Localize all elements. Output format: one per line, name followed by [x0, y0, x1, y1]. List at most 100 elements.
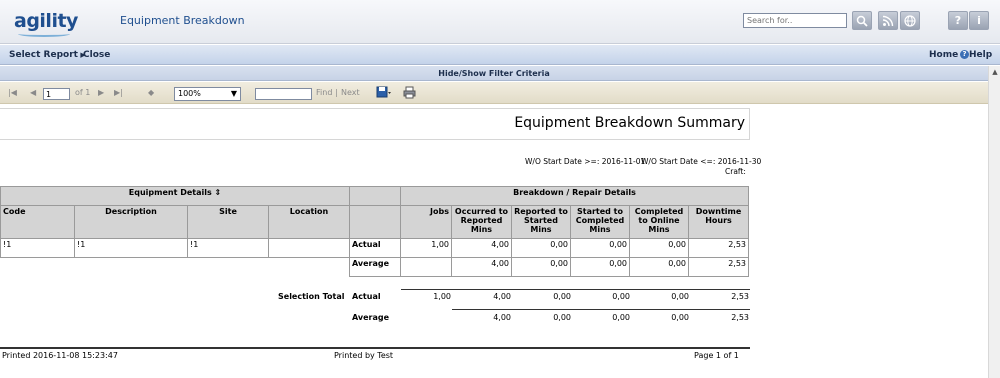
- select-report-label: Select Report: [9, 50, 78, 60]
- find-input[interactable]: [255, 88, 312, 100]
- avg-occurred: 4,00: [493, 313, 511, 322]
- select-report-menu[interactable]: Select Report ▶: [9, 50, 86, 60]
- cell-reported: 0,00: [511, 238, 571, 258]
- prev-page-icon[interactable]: ◀: [30, 88, 36, 97]
- craft-label: Craft:: [725, 167, 746, 176]
- start-date-from: W/O Start Date >=: 2016-11-01: [525, 157, 646, 166]
- toolbar-separator: |: [335, 88, 338, 97]
- total-reported: 0,00: [553, 292, 571, 301]
- close-link[interactable]: Close: [83, 50, 110, 60]
- page-count: of 1: [75, 88, 91, 97]
- blank-header: [349, 186, 401, 206]
- footer-rule: [0, 347, 750, 349]
- help-link[interactable]: ? Help: [960, 50, 992, 60]
- rss-button[interactable]: [878, 11, 898, 30]
- cell-jobs: 1,00: [400, 238, 452, 258]
- avg-started: 0,00: [612, 313, 630, 322]
- col-site: Site: [187, 205, 269, 239]
- col-completed: Completed to Online Mins: [629, 205, 689, 239]
- help-label: Help: [969, 50, 993, 60]
- app-title: Equipment Breakdown: [120, 14, 245, 27]
- search-button[interactable]: [852, 11, 872, 30]
- start-date-to: W/O Start Date <=: 2016-11-30: [641, 157, 762, 166]
- chevron-down-icon: ▼: [230, 89, 237, 98]
- menu-bar: Select Report ▶ Close Home ? Help: [0, 45, 1000, 65]
- globe-icon: [904, 15, 916, 27]
- info-button[interactable]: i: [969, 11, 989, 30]
- equipment-details-header[interactable]: Equipment Details ⇕: [0, 186, 350, 206]
- cell-reported-avg: 0,00: [511, 257, 571, 277]
- cell-location: [268, 238, 350, 258]
- page-indicator: Page 1 of 1: [694, 351, 739, 360]
- search-icon: [856, 15, 868, 27]
- total-downtime: 2,53: [731, 292, 749, 301]
- breakdown-details-header: Breakdown / Repair Details: [400, 186, 749, 206]
- info-icon: i: [977, 14, 981, 27]
- app-header: agility Equipment Breakdown ? i: [0, 0, 1000, 44]
- cell-jobs-avg: [400, 257, 452, 277]
- search-input[interactable]: [743, 13, 847, 28]
- last-page-icon[interactable]: ▶|: [114, 88, 123, 97]
- total-rule-avg: [452, 309, 750, 310]
- sort-icon: ⇕: [214, 188, 222, 197]
- logo-swoosh: [18, 31, 70, 37]
- table-row: Average 4,00 0,00 0,00 0,00 2,53: [1, 257, 749, 277]
- col-downtime: Downtime Hours: [688, 205, 749, 239]
- total-occurred: 4,00: [493, 292, 511, 301]
- globe-button[interactable]: [900, 11, 920, 30]
- cell-completed-avg: 0,00: [629, 257, 689, 277]
- page-number-input[interactable]: [43, 88, 70, 100]
- export-button[interactable]: [376, 86, 392, 102]
- logo-text: agility: [14, 10, 78, 32]
- next-page-icon[interactable]: ▶: [98, 88, 104, 97]
- scroll-up-icon[interactable]: ▲: [989, 66, 1000, 78]
- cell-average-label: Average: [349, 257, 401, 277]
- avg-completed: 0,00: [671, 313, 689, 322]
- help-circle-icon: ?: [960, 50, 969, 59]
- zoom-select[interactable]: 100% ▼: [174, 87, 241, 101]
- filter-toggle-bar[interactable]: Hide/Show Filter Criteria: [0, 66, 988, 81]
- report-toolbar: |◀ ◀ of 1 ▶ ▶| ◆ 100% ▼ Find | Next: [0, 82, 988, 104]
- cell-empty: [1, 258, 350, 277]
- total-jobs: 1,00: [433, 292, 451, 301]
- cell-started: 0,00: [570, 238, 630, 258]
- cell-site: !1: [187, 238, 269, 258]
- total-completed: 0,00: [671, 292, 689, 301]
- rss-icon: [882, 15, 894, 27]
- cell-occurred: 4,00: [451, 238, 512, 258]
- print-icon: [403, 86, 416, 99]
- cell-downtime: 2,53: [688, 238, 749, 258]
- agility-logo[interactable]: agility: [14, 4, 78, 40]
- cell-started-avg: 0,00: [570, 257, 630, 277]
- vertical-scrollbar[interactable]: ▲: [988, 66, 1000, 378]
- printed-by: Printed by Test: [334, 351, 394, 360]
- first-page-icon[interactable]: |◀: [8, 88, 17, 97]
- cell-completed: 0,00: [629, 238, 689, 258]
- col-description: Description: [74, 205, 188, 239]
- print-button[interactable]: [403, 86, 416, 102]
- next-link[interactable]: Next: [341, 88, 360, 97]
- cell-code: !1: [0, 238, 75, 258]
- help-button[interactable]: ?: [948, 11, 968, 30]
- home-link[interactable]: Home: [929, 50, 958, 60]
- table-row: !1 !1 !1 Actual 1,00 4,00 0,00 0,00 0,00…: [0, 238, 749, 258]
- col-reported: Reported to Started Mins: [511, 205, 571, 239]
- col-location: Location: [268, 205, 350, 239]
- report-title: Equipment Breakdown Summary: [514, 115, 745, 131]
- back-icon[interactable]: ◆: [148, 88, 154, 97]
- total-average-label: Average: [352, 313, 390, 322]
- save-icon: [376, 86, 391, 98]
- col-code: Code: [0, 205, 75, 239]
- avg-downtime: 2,53: [731, 313, 749, 322]
- col-jobs: Jobs: [400, 205, 452, 239]
- help-icon: ?: [954, 14, 962, 27]
- cell-downtime-avg: 2,53: [688, 257, 749, 277]
- equipment-details-label: Equipment Details: [128, 188, 212, 197]
- col-occurred: Occurred to Reported Mins: [451, 205, 512, 239]
- cell-description: !1: [74, 238, 188, 258]
- report-title-box: Equipment Breakdown Summary: [0, 108, 750, 140]
- find-link[interactable]: Find: [316, 88, 332, 97]
- printed-timestamp: Printed 2016-11-08 15:23:47: [2, 351, 118, 360]
- total-rule-top: [401, 289, 750, 290]
- total-started: 0,00: [612, 292, 630, 301]
